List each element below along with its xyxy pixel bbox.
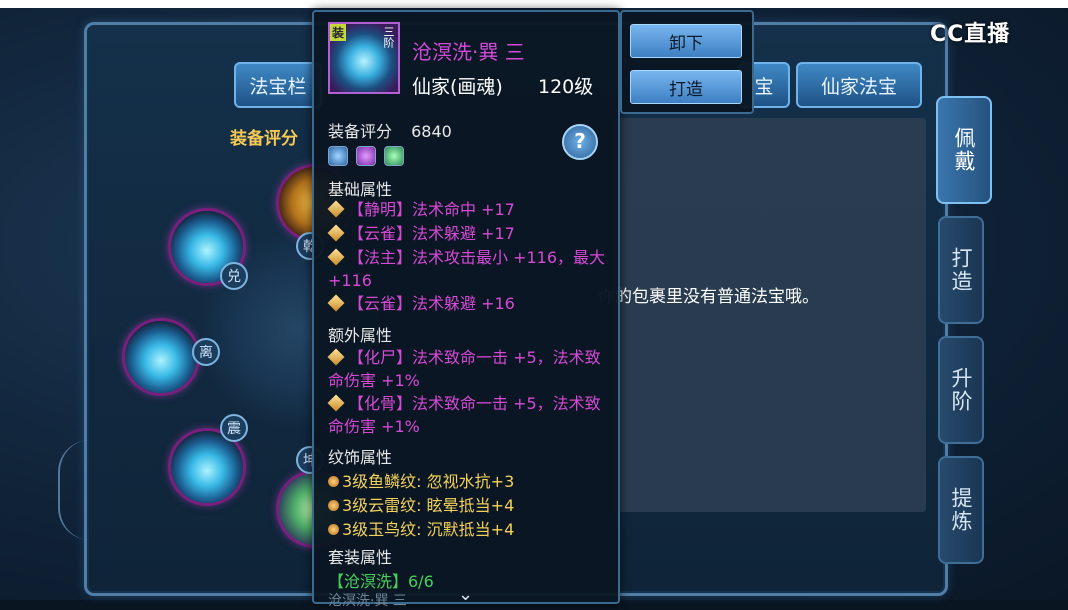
tab-fabao-slot[interactable]: 法宝栏 (234, 62, 322, 108)
side-tab-upgrade[interactable]: 升阶 (938, 336, 984, 444)
score-label: 装备评分 (328, 122, 393, 141)
base-attr-row: 【静明】法术命中 +17 (327, 198, 608, 221)
set-count: 【沧溟洗】6/6 (328, 572, 434, 591)
chevron-down-icon[interactable]: ⌄ (458, 584, 473, 605)
equipped-tag: 装 (330, 24, 347, 41)
score-row: 装备评分 6840 (328, 118, 452, 142)
item-level: 120级 (538, 76, 594, 98)
equip-score-label: 装备评分 (230, 129, 298, 149)
side-tab-refine[interactable]: 提炼 (938, 456, 984, 564)
item-icon: 装 三阶 (328, 22, 400, 94)
extra-attr-row: 【化骨】法术致命一击 +5，法术致命伤害 +1% (327, 394, 601, 436)
forge-button[interactable]: 打造 (630, 70, 742, 104)
slot-label-zhen: 震 (220, 414, 248, 442)
ornament-row: 3级鱼鳞纹: 忽视水抗+3 (328, 468, 514, 492)
base-attr-header: 基础属性 (328, 180, 393, 199)
score-value: 6840 (411, 122, 452, 141)
ornament-row: 3级云雷纹: 眩晕抵当+4 (328, 492, 514, 516)
item-name: 沧溟洗·巽 三 (412, 40, 525, 64)
set-next-line: 沧溟洗·巽 三 (328, 593, 407, 609)
side-tab-forge[interactable]: 打造 (938, 216, 984, 324)
top-strip (0, 0, 1068, 8)
gem-icon (384, 146, 405, 166)
empty-bag-message: 你的包裹里没有普通法宝哦。 (598, 282, 819, 307)
gem-icon (356, 146, 377, 166)
content-panel (614, 118, 926, 512)
base-attr-row: 【云雀】法术躲避 +16 (327, 292, 608, 315)
item-class: 仙家(画魂) (412, 76, 503, 98)
vine-decoration (58, 440, 90, 540)
help-button[interactable]: ? (562, 124, 598, 160)
slot-label-li: 离 (192, 338, 220, 366)
extra-attr-row: 【化尸】法术致命一击 +5，法术致命伤害 +1% (327, 348, 601, 390)
base-attr-row: 【云雀】法术躲避 +17 (327, 222, 608, 245)
tab-immortal-fabao[interactable]: 仙家法宝 (796, 62, 922, 108)
slot-label-dui: 兑 (220, 262, 248, 290)
ornament-row: 3级玉鸟纹: 沉默抵当+4 (328, 516, 514, 540)
base-attr-row: 【法主】法术攻击最小 +116，最大 +116 (327, 248, 606, 290)
side-tab-wear[interactable]: 佩戴 (936, 96, 992, 204)
gem-row (328, 146, 407, 170)
unequip-button[interactable]: 卸下 (630, 24, 742, 58)
action-panel: 卸下 打造 (620, 10, 754, 114)
gem-icon (328, 146, 348, 166)
message-text: 的包裹里没有普通法宝哦。 (615, 287, 819, 307)
fabao-slot-li[interactable] (122, 318, 200, 396)
tier-tag: 三阶 (382, 26, 395, 48)
item-tooltip: 装 三阶 沧溟洗·巽 三 仙家(画魂) 120级 装备评分 6840 ? 基础属… (312, 10, 620, 609)
extra-attr-header: 额外属性 (328, 326, 393, 345)
set-header: 套装属性 (328, 548, 393, 567)
cc-live-watermark: CC直播 (930, 22, 1011, 47)
ornament-header: 纹饰属性 (328, 448, 393, 467)
